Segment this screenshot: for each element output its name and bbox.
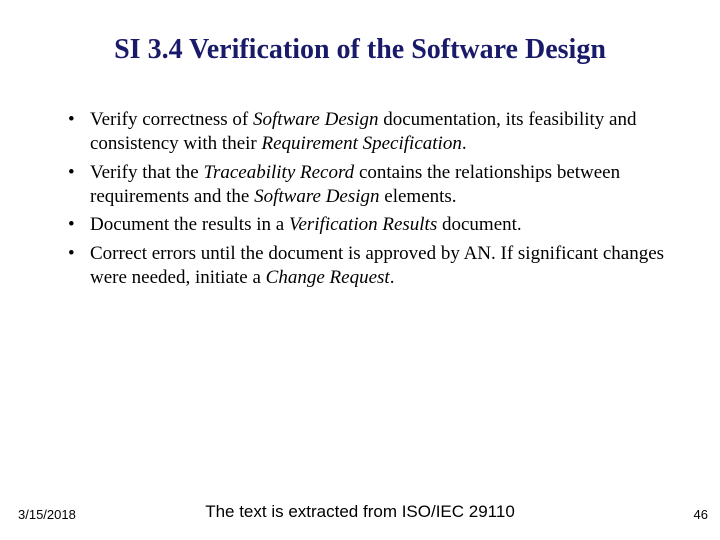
text-run: Verify correctness of: [90, 109, 253, 130]
text-run: .: [462, 133, 467, 154]
italic-run: Verification Results: [289, 214, 437, 235]
slide: SI 3.4 Verification of the Software Desi…: [0, 0, 720, 540]
italic-run: Software Design: [253, 109, 378, 130]
list-item: Document the results in a Verification R…: [68, 213, 680, 237]
text-run: Document the results in a: [90, 214, 289, 235]
italic-run: Requirement Specification: [262, 133, 462, 154]
slide-title: SI 3.4 Verification of the Software Desi…: [40, 34, 680, 66]
list-item: Verify correctness of Software Design do…: [68, 108, 680, 157]
italic-run: Traceability Record: [203, 162, 354, 183]
footer-note: The text is extracted from ISO/IEC 29110: [0, 502, 720, 522]
list-item: Correct errors until the document is app…: [68, 242, 680, 291]
italic-run: Change Request: [266, 267, 390, 288]
text-run: elements.: [380, 186, 457, 207]
text-run: document.: [437, 214, 521, 235]
footer-page-number: 46: [694, 507, 708, 522]
italic-run: Software Design: [254, 186, 379, 207]
bullet-list: Verify correctness of Software Design do…: [40, 108, 680, 290]
list-item: Verify that the Traceability Record cont…: [68, 161, 680, 210]
text-run: Verify that the: [90, 162, 203, 183]
text-run: .: [390, 267, 395, 288]
